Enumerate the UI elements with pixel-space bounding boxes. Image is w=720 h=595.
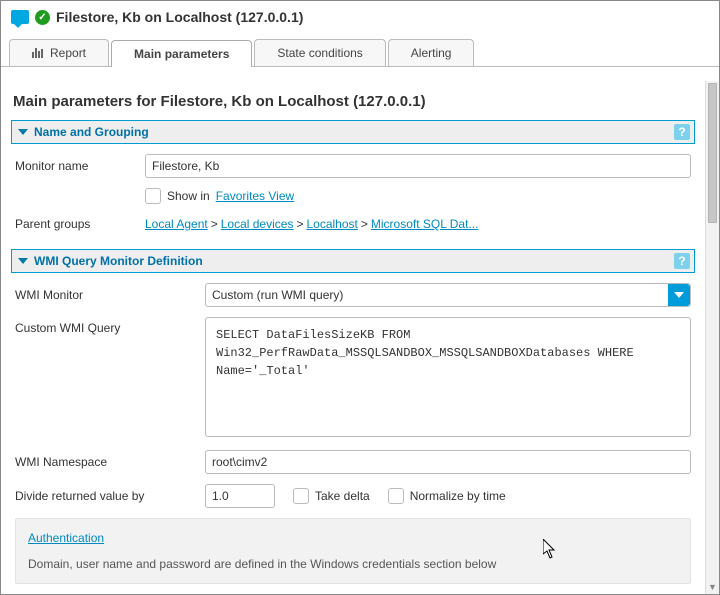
tab-state-label: State conditions [277,46,362,60]
chevron-down-icon [18,258,28,264]
wmi-monitor-select[interactable] [205,283,691,307]
help-icon[interactable]: ? [674,124,690,140]
authentication-description: Domain, user name and password are defin… [28,557,678,571]
show-in-checkbox[interactable] [145,188,161,204]
wmi-monitor-dropdown-button[interactable] [668,284,690,306]
tab-alerting[interactable]: Alerting [388,39,475,66]
breadcrumb-mssql[interactable]: Microsoft SQL Dat... [371,217,479,231]
normalize-label: Normalize by time [410,489,506,503]
monitor-name-input[interactable] [145,154,691,178]
monitor-name-label: Monitor name [15,159,145,173]
authentication-box: Authentication Domain, user name and pas… [15,518,691,584]
tab-state-conditions[interactable]: State conditions [254,39,385,66]
page-header-title: Filestore, Kb on Localhost (127.0.0.1) [56,9,303,25]
section-wmi-def-title: WMI Query Monitor Definition [34,254,203,268]
wmi-monitor-label: WMI Monitor [15,288,205,302]
tab-alerting-label: Alerting [411,46,452,60]
wmi-namespace-label: WMI Namespace [15,455,205,469]
scrollbar-thumb[interactable] [708,83,717,223]
wmi-namespace-input[interactable] [205,450,691,474]
normalize-checkbox[interactable] [388,488,404,504]
breadcrumb-localhost[interactable]: Localhost [306,217,357,231]
custom-wmi-query-textarea[interactable] [205,317,691,437]
tab-main-parameters[interactable]: Main parameters [111,40,252,67]
chevron-down-icon [18,129,28,135]
take-delta-checkbox[interactable] [293,488,309,504]
tab-bar: Report Main parameters State conditions … [1,39,719,67]
section-wmi-def-body: WMI Monitor Custom WMI Query WMI Namespa… [11,273,695,594]
breadcrumb-local-agent[interactable]: Local Agent [145,217,208,231]
authentication-link[interactable]: Authentication [28,531,104,545]
content-area: Main parameters for Filestore, Kb on Loc… [1,81,719,594]
favorites-view-link[interactable]: Favorites View [216,189,294,203]
chevron-down-icon [674,292,684,298]
section-name-grouping-title: Name and Grouping [34,125,149,139]
custom-wmi-query-label: Custom WMI Query [15,317,205,335]
breadcrumb-local-devices[interactable]: Local devices [221,217,294,231]
parent-groups-label: Parent groups [15,217,145,231]
scroll-pane: Main parameters for Filestore, Kb on Loc… [1,81,705,594]
section-name-grouping-header[interactable]: Name and Grouping ? [11,120,695,144]
tab-report[interactable]: Report [9,39,109,66]
chat-icon [11,10,29,24]
help-icon[interactable]: ? [674,253,690,269]
section-wmi-def-header[interactable]: WMI Query Monitor Definition ? [11,249,695,273]
titlebar: ✓ Filestore, Kb on Localhost (127.0.0.1) [1,1,719,33]
mouse-cursor-icon [543,539,557,559]
window: ✓ Filestore, Kb on Localhost (127.0.0.1)… [0,0,720,595]
status-ok-icon: ✓ [35,10,50,25]
breadcrumb: Local Agent>Local devices>Localhost>Micr… [145,217,691,231]
scrollbar-arrow-down-icon[interactable]: ▼ [706,582,719,592]
page-title: Main parameters for Filestore, Kb on Loc… [11,89,695,120]
show-in-label: Show in [167,189,210,203]
section-name-grouping-body: Monitor name Show in Favorites View [11,144,695,249]
divide-by-input[interactable] [205,484,275,508]
divide-by-label: Divide returned value by [15,489,205,503]
tab-main-label: Main parameters [134,47,229,61]
vertical-scrollbar[interactable]: ▼ [705,81,719,594]
take-delta-label: Take delta [315,489,370,503]
report-icon [32,48,44,58]
tab-report-label: Report [50,46,86,60]
